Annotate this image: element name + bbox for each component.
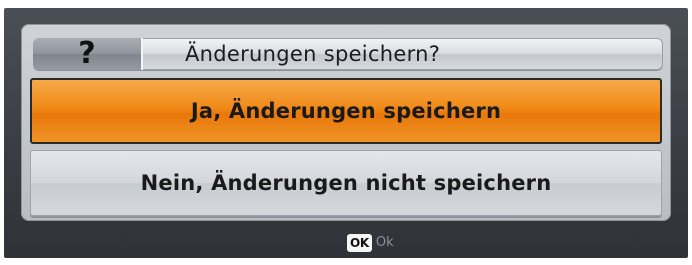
screen: ? Änderungen speichern? Ja, Änderungen s… [0, 0, 692, 265]
save-changes-button[interactable]: Ja, Änderungen speichern [30, 78, 662, 144]
title-icon-box: ? [33, 38, 143, 70]
discard-changes-label: Nein, Änderungen nicht speichern [140, 171, 552, 195]
footer-hint: OK Ok [347, 233, 394, 253]
discard-changes-button[interactable]: Nein, Änderungen nicht speichern [30, 150, 662, 216]
ok-key-icon: OK [347, 234, 372, 252]
dialog-title-bar: ? Änderungen speichern? [33, 38, 663, 70]
save-changes-label: Ja, Änderungen speichern [190, 99, 502, 123]
ok-key-label: Ok [375, 235, 394, 250]
dialog-panel: ? Änderungen speichern? Ja, Änderungen s… [21, 24, 671, 221]
save-changes-dialog: ? Änderungen speichern? Ja, Änderungen s… [4, 8, 688, 258]
dialog-title: Änderungen speichern? [185, 42, 441, 66]
question-mark-icon: ? [78, 38, 96, 70]
